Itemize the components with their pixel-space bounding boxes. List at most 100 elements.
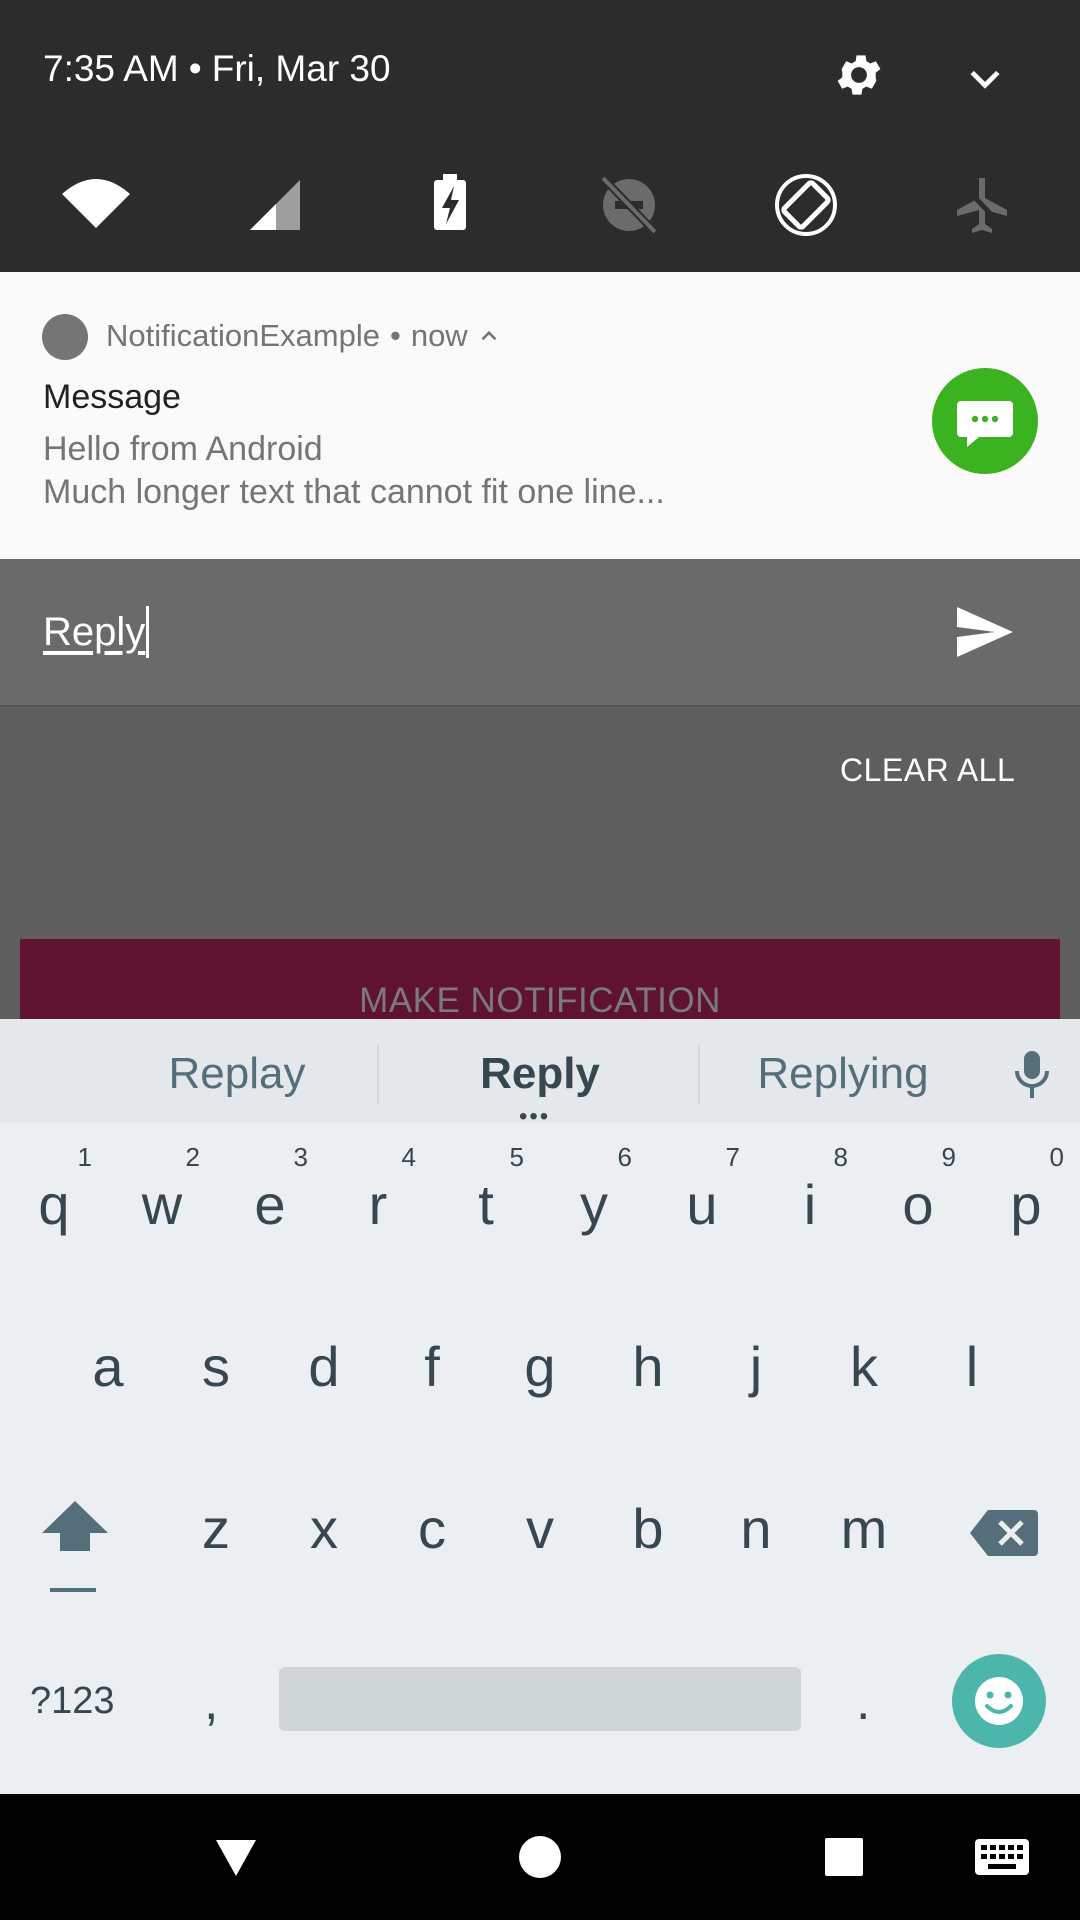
wifi-icon[interactable] <box>56 170 136 240</box>
key-t[interactable]: 5t <box>432 1130 540 1250</box>
notification-text-line1: Hello from Android <box>43 430 323 468</box>
key-o[interactable]: 9o <box>864 1130 972 1250</box>
key-m[interactable]: m <box>810 1454 918 1574</box>
status-date: Fri, Mar 30 <box>211 48 391 89</box>
key-label: x <box>310 1497 338 1560</box>
symbols-key[interactable]: ?123 <box>30 1680 115 1723</box>
key-f[interactable]: f <box>378 1292 486 1412</box>
key-l[interactable]: l <box>918 1292 1026 1412</box>
quick-settings-header: 7:35 AM • Fri, Mar 30 <box>0 0 1080 272</box>
key-number-hint: 9 <box>941 1142 956 1172</box>
key-x[interactable]: x <box>270 1454 378 1574</box>
collapse-chevron-up-icon[interactable] <box>476 323 502 349</box>
key-label: m <box>840 1497 888 1560</box>
airplane-mode-icon[interactable] <box>942 170 1022 240</box>
key-label: w <box>141 1173 183 1236</box>
text-cursor <box>146 606 150 658</box>
key-label: d <box>308 1335 340 1398</box>
key-label: s <box>202 1335 230 1398</box>
key-s[interactable]: s <box>162 1292 270 1412</box>
backspace-key-icon[interactable] <box>970 1508 1038 1558</box>
key-label: r <box>368 1173 388 1236</box>
comma-key[interactable]: , <box>204 1672 218 1732</box>
cell-signal-icon[interactable] <box>234 170 314 240</box>
key-label: q <box>38 1173 70 1236</box>
suggestion-strip: Replay Reply Replying ••• <box>0 1019 1080 1130</box>
home-icon[interactable] <box>519 1836 561 1878</box>
notification-header: NotificationExample • now <box>106 318 502 354</box>
key-w[interactable]: 2w <box>108 1130 216 1250</box>
key-label: u <box>686 1173 718 1236</box>
key-q[interactable]: 1q <box>0 1130 108 1250</box>
send-icon[interactable] <box>955 605 1015 659</box>
key-label: j <box>749 1335 763 1398</box>
key-c[interactable]: c <box>378 1454 486 1574</box>
key-j[interactable]: j <box>702 1292 810 1412</box>
make-notification-label: MAKE NOTIFICATION <box>359 981 721 1019</box>
key-label: v <box>526 1497 554 1560</box>
recents-icon[interactable] <box>825 1838 863 1876</box>
suggestion-right[interactable]: Replying <box>723 1049 963 1099</box>
do-not-disturb-off-icon[interactable] <box>589 170 669 240</box>
back-icon[interactable] <box>214 1838 258 1878</box>
suggestion-divider <box>377 1045 379 1105</box>
key-i[interactable]: 8i <box>756 1130 864 1250</box>
key-u[interactable]: 7u <box>648 1130 756 1250</box>
key-r[interactable]: 4r <box>324 1130 432 1250</box>
key-y[interactable]: 6y <box>540 1130 648 1250</box>
key-g[interactable]: g <box>486 1292 594 1412</box>
key-label: p <box>1010 1173 1042 1236</box>
clear-all-button[interactable]: CLEAR ALL <box>840 752 1015 789</box>
key-a[interactable]: a <box>54 1292 162 1412</box>
shift-key-icon[interactable] <box>30 1491 120 1601</box>
key-number-hint: 2 <box>185 1142 200 1172</box>
key-number-hint: 8 <box>833 1142 848 1172</box>
key-e[interactable]: 3e <box>216 1130 324 1250</box>
reply-row: Reply <box>0 559 1080 707</box>
keyboard-switch-icon[interactable] <box>974 1838 1030 1876</box>
key-number-hint: 7 <box>725 1142 740 1172</box>
key-number-hint: 1 <box>77 1142 92 1172</box>
auto-rotate-icon[interactable] <box>766 170 846 240</box>
key-label: h <box>632 1335 664 1398</box>
emoji-key-icon[interactable] <box>952 1654 1046 1748</box>
key-label: t <box>478 1173 494 1236</box>
key-k[interactable]: k <box>810 1292 918 1412</box>
key-label: g <box>524 1335 556 1398</box>
key-label: z <box>202 1497 230 1560</box>
key-label: c <box>418 1497 446 1560</box>
app-small-icon <box>42 314 88 360</box>
key-label: i <box>803 1173 817 1236</box>
key-label: e <box>254 1173 286 1236</box>
key-label: f <box>424 1335 440 1398</box>
expand-settings-chevron-down-icon[interactable] <box>963 56 1007 100</box>
suggestion-divider <box>698 1045 700 1105</box>
battery-charging-icon[interactable] <box>410 170 490 240</box>
period-key[interactable]: . <box>856 1672 870 1732</box>
key-d[interactable]: d <box>270 1292 378 1412</box>
status-separator: • <box>188 48 202 89</box>
space-key[interactable] <box>279 1667 801 1731</box>
key-z[interactable]: z <box>162 1454 270 1574</box>
suggestion-left[interactable]: Replay <box>117 1049 357 1099</box>
notification-card[interactable]: NotificationExample • now Message Hello … <box>0 272 1080 559</box>
make-notification-button[interactable]: MAKE NOTIFICATION <box>20 939 1060 1019</box>
key-b[interactable]: b <box>594 1454 702 1574</box>
more-suggestions-indicator: ••• <box>519 1103 551 1130</box>
header-separator: • <box>389 318 401 353</box>
reply-input-text[interactable]: Reply <box>43 610 145 655</box>
key-number-hint: 6 <box>617 1142 632 1172</box>
key-p[interactable]: 0p <box>972 1130 1080 1250</box>
settings-gear-icon[interactable] <box>832 48 886 102</box>
key-label: y <box>580 1173 608 1236</box>
status-time: 7:35 AM <box>43 48 179 89</box>
status-clock: 7:35 AM • Fri, Mar 30 <box>43 48 391 90</box>
key-v[interactable]: v <box>486 1454 594 1574</box>
key-number-hint: 0 <box>1049 1142 1064 1172</box>
suggestion-center[interactable]: Reply <box>420 1049 660 1099</box>
microphone-icon[interactable] <box>1012 1049 1052 1101</box>
reply-input[interactable]: Reply <box>43 603 150 661</box>
notification-time: now <box>410 318 468 353</box>
key-n[interactable]: n <box>702 1454 810 1574</box>
key-h[interactable]: h <box>594 1292 702 1412</box>
